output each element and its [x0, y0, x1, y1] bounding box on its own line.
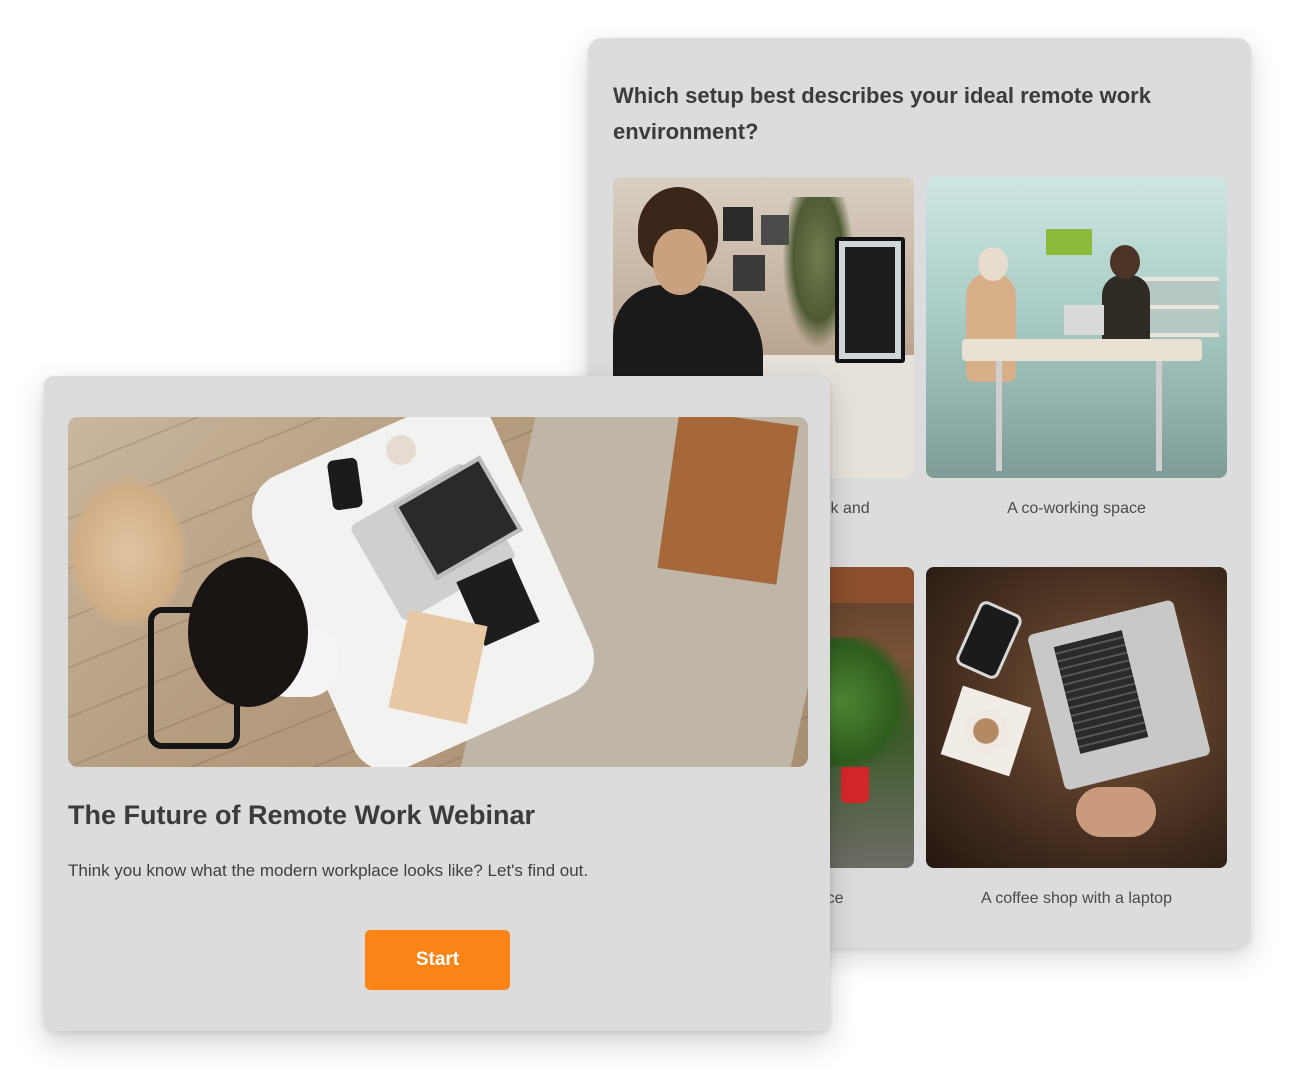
person-right [1102, 275, 1150, 347]
rattan-lamp [68, 477, 188, 627]
person-hair [188, 557, 308, 707]
table [962, 339, 1202, 361]
start-button[interactable]: Start [365, 930, 510, 990]
person-left-head [978, 247, 1008, 281]
person-left [966, 272, 1016, 382]
shelf [1141, 277, 1219, 337]
option-label: A co-working space [1007, 500, 1146, 517]
hand [1076, 787, 1156, 837]
option-coworking[interactable]: A co-working space [926, 177, 1227, 518]
coffee-mug [964, 709, 1008, 753]
option-label: A coffee shop with a laptop [981, 890, 1172, 907]
intro-title: The Future of Remote Work Webinar [68, 800, 536, 830]
side-desk [657, 417, 799, 585]
mug [386, 435, 416, 465]
person-face [653, 229, 707, 295]
monitor [835, 237, 905, 363]
red-cup [841, 767, 869, 803]
wall-sign [1046, 229, 1092, 255]
option-image-coffee-shop[interactable] [926, 567, 1227, 868]
person-right-head [1110, 245, 1140, 279]
hero-image [68, 417, 808, 767]
intro-card: The Future of Remote Work Webinar Think … [44, 376, 830, 1031]
phone [953, 598, 1025, 682]
quiz-question: Which setup best describes your ideal re… [613, 83, 1151, 144]
option-image-coworking[interactable] [926, 177, 1227, 478]
table-leg [1156, 361, 1162, 471]
option-coffee-shop[interactable]: A coffee shop with a laptop [926, 567, 1227, 908]
laptop [1064, 305, 1104, 335]
table-leg [996, 361, 1002, 471]
intro-description: Think you know what the modern workplace… [68, 861, 589, 880]
stage: Which setup best describes your ideal re… [0, 0, 1295, 1072]
